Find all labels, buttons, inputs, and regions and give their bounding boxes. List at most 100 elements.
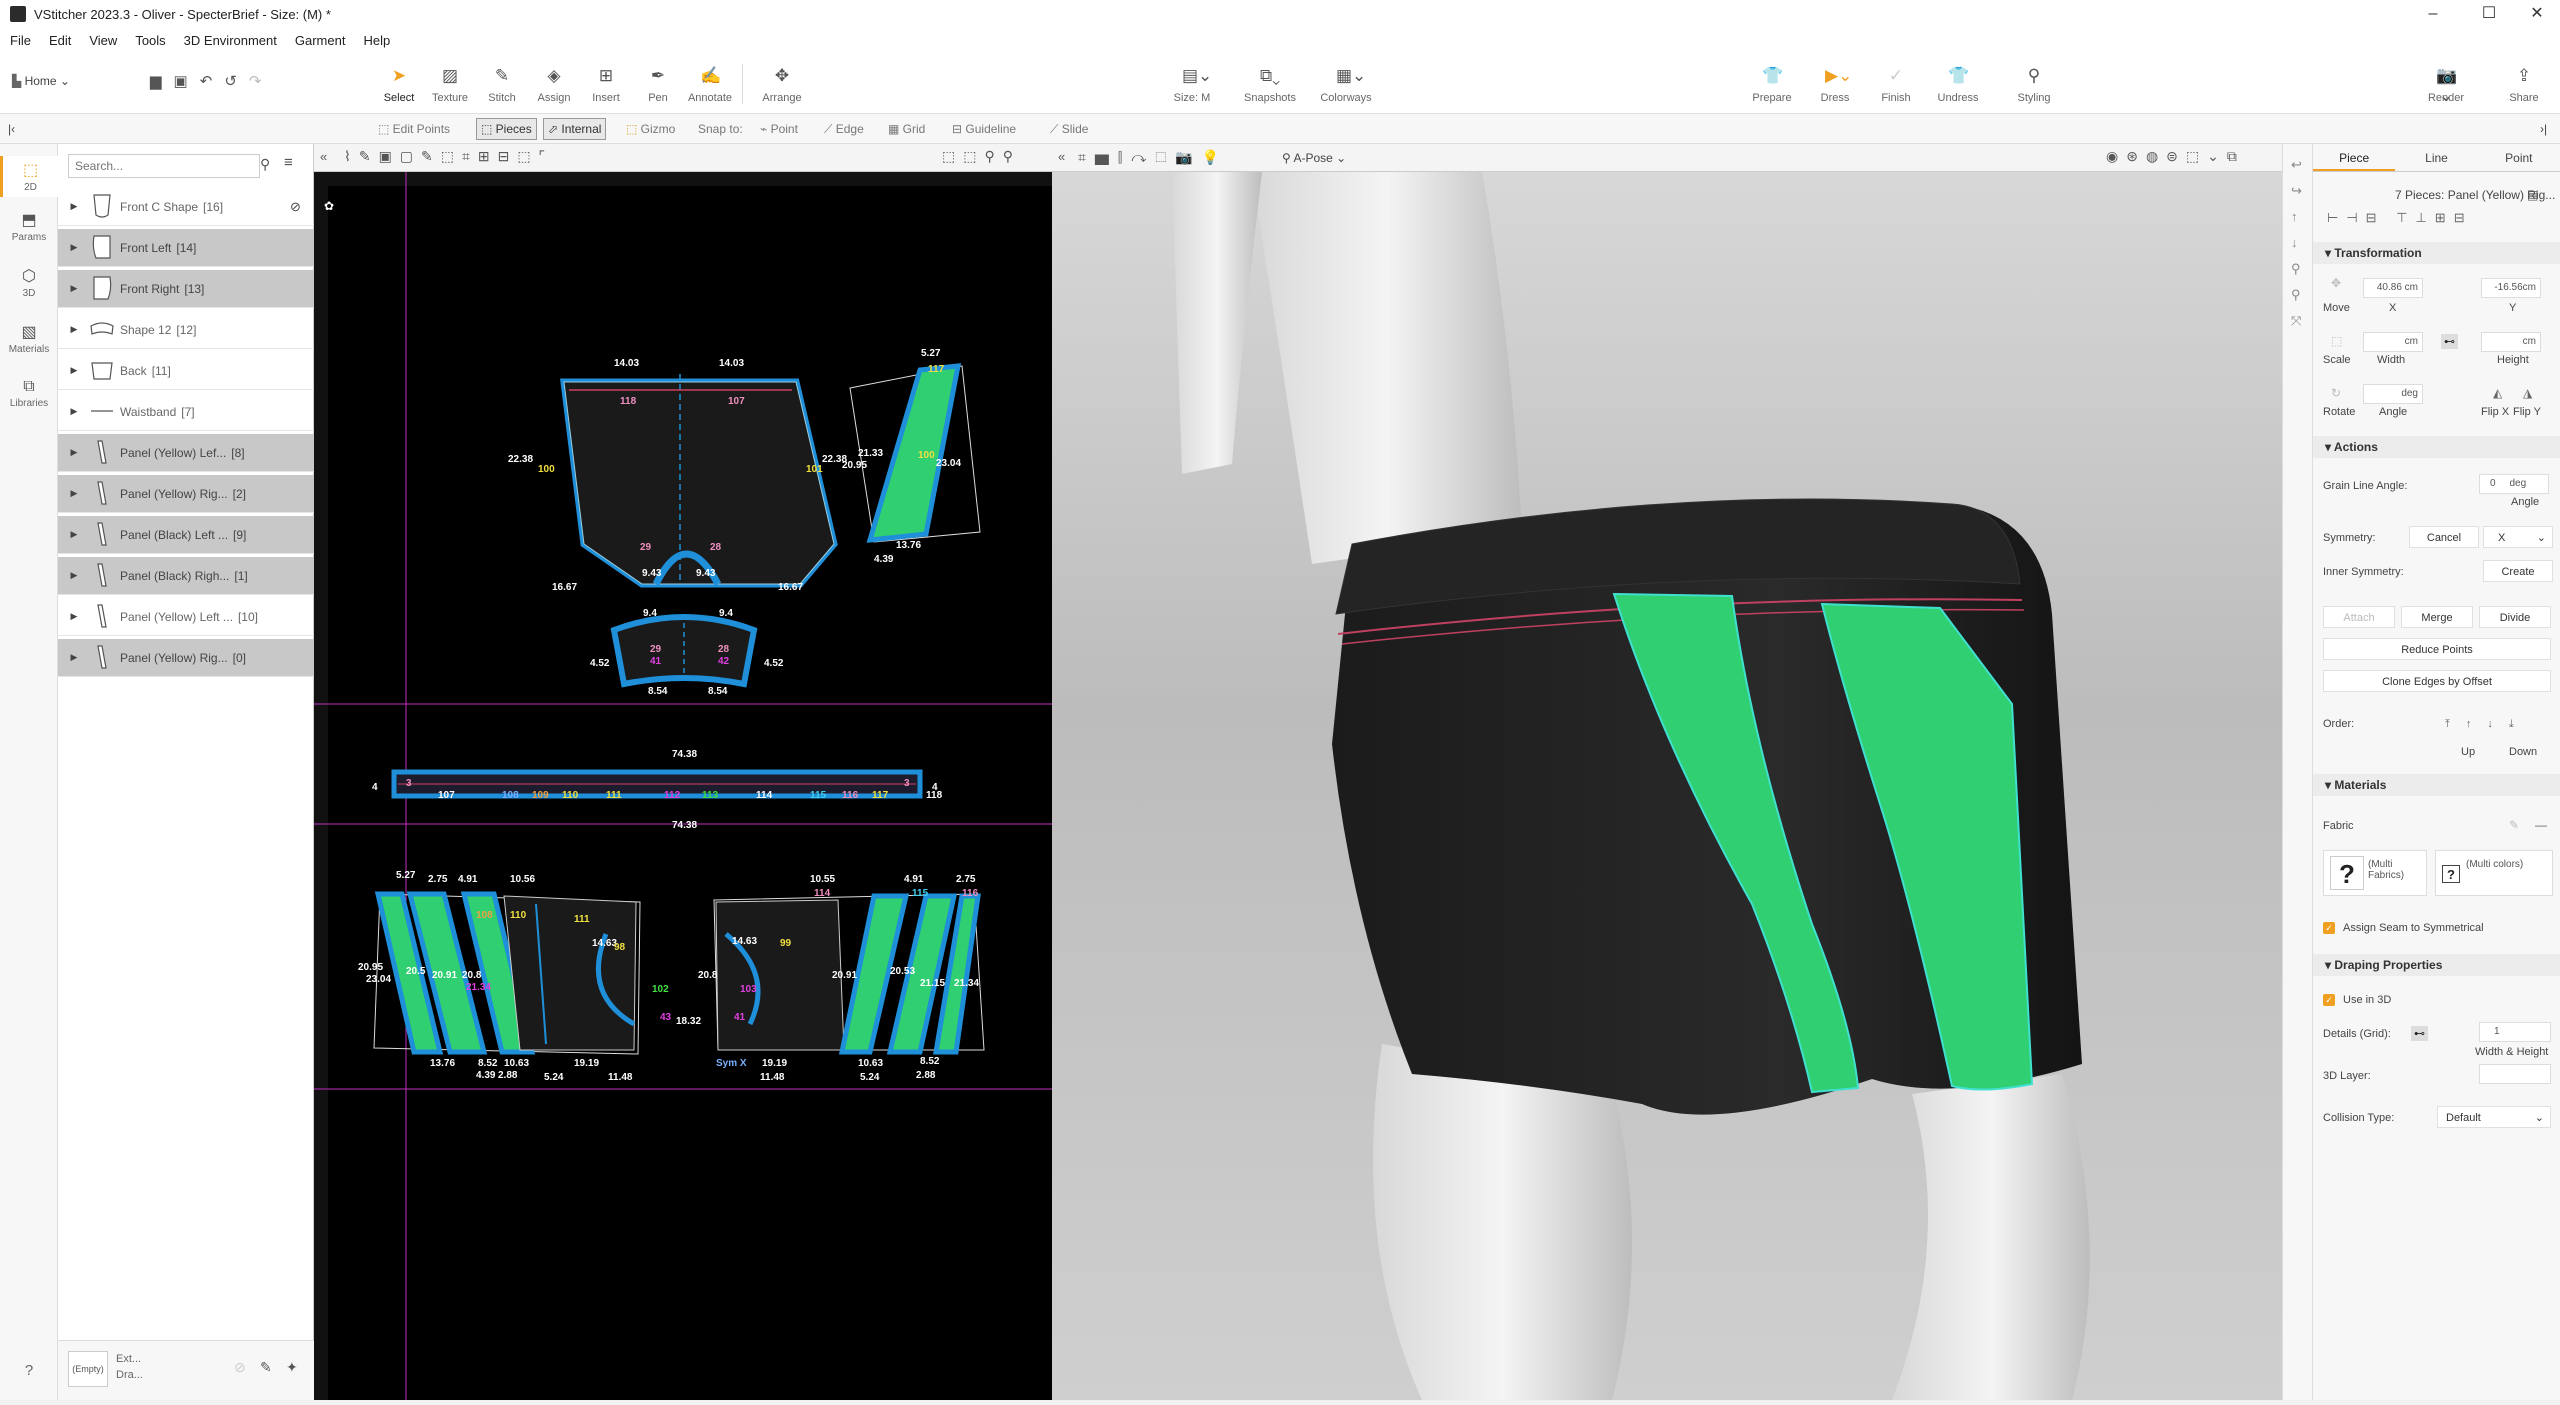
gizmo-toggle[interactable]: ⬚ Gizmo [626,122,675,136]
2d-pattern-window[interactable]: ✿ 14.03 14.03 118 107 22.38 100 101 22.3… [314,144,1052,1400]
attach-button[interactable]: Attach [2323,606,2395,628]
tool-arrange[interactable]: ✥ Arrange [752,66,812,104]
piece-list-item[interactable]: ▶ Back [11] [58,352,314,390]
actions-section[interactable]: ▾ Actions [2313,436,2560,458]
merge-button[interactable]: Merge [2401,606,2473,628]
minimize-button[interactable]: – [2410,0,2456,28]
expand-arrow-icon[interactable]: ▶ [64,570,84,581]
body-icon[interactable]: ✦ [286,1359,298,1376]
link-ratio-icon[interactable]: ⊷ [2411,1026,2428,1041]
symmetry-axis-select[interactable]: X ⌄ [2483,526,2553,548]
edit-icon[interactable]: ✎ [2509,818,2519,832]
menu-edit[interactable]: Edit [39,33,79,48]
pose-dropdown[interactable]: ⚲ A-Pose ⌄ [1282,151,1346,165]
tool-share[interactable]: ⇪ Share [2494,66,2554,104]
rail-libraries[interactable]: ⧉ Libraries [0,378,58,409]
details-input[interactable]: 1 [2479,1022,2551,1042]
menu-3d-environment[interactable]: 3D Environment [174,33,285,48]
transformation-section[interactable]: ▾ Transformation [2313,242,2560,264]
draping-section[interactable]: ▾ Draping Properties [2313,954,2560,976]
tool-insert[interactable]: ⊞ Insert [576,66,636,104]
tool-texture[interactable]: ▨ Texture [420,66,480,104]
tool-size[interactable]: ▤⌄ Size: M [1162,66,1222,104]
3d-viewport[interactable] [1052,144,2282,1400]
view-mode-icons[interactable]: ◉⊛◍⊜⬚⌄⧉ [2106,148,2245,165]
close-button[interactable]: ✕ [2514,0,2560,28]
search-input[interactable] [68,154,260,178]
menu-file[interactable]: File [0,33,39,48]
order-buttons[interactable]: ⤒↑↓⤓ [2445,718,2530,731]
undo-icon[interactable]: ↶ [200,73,225,90]
height-input[interactable]: cm [2481,332,2541,352]
tab-piece[interactable]: Piece [2313,144,2396,171]
expand-arrow-icon[interactable]: ▶ [64,406,84,417]
tab-line[interactable]: Line [2395,144,2477,171]
piece-list-item[interactable]: ▶ Panel (Yellow) Left ... [10] [58,598,314,636]
piece-list-item[interactable]: ▶ Panel (Black) Left ... [9] [58,516,314,554]
slide-toggle[interactable]: ⟋ Slide [1050,122,1088,137]
collapse-left-icon[interactable]: |‹ [8,122,15,136]
expand-arrow-icon[interactable]: ▶ [64,611,84,622]
color-selector[interactable]: ? (Multi colors) [2435,850,2553,896]
collapse-3d-icon[interactable]: « [1058,149,1065,164]
expand-arrow-icon[interactable]: ▶ [64,324,84,335]
expand-arrow-icon[interactable]: ▶ [64,529,84,540]
snap-guideline-toggle[interactable]: ⊟ Guideline [952,122,1016,136]
3d-tool-icons[interactable]: ⌗▆⫿↷⬚📷💡 [1078,149,1228,166]
rail-materials[interactable]: ▧ Materials [0,322,58,355]
width-input[interactable]: cm [2363,332,2423,352]
avatar-render[interactable] [1052,144,2282,1400]
piece-list-item[interactable]: ▶ Front Right [13] [58,270,314,308]
clone-edges-button[interactable]: Clone Edges by Offset [2323,670,2551,692]
reduce-points-button[interactable]: Reduce Points [2323,638,2551,660]
fabric-swatch-empty[interactable]: (Empty) [68,1351,108,1387]
snap-edge-toggle[interactable]: ⟋ Edge [824,122,864,137]
rail-params[interactable]: ⬒ Params [0,210,58,243]
maximize-button[interactable]: ☐ [2466,0,2512,28]
help-icon[interactable]: ? [0,1362,58,1379]
menu-tools[interactable]: Tools [125,33,173,48]
piece-list-item[interactable]: ▶ Shape 12 [12] [58,311,314,349]
search-icon[interactable]: ⚲ [260,156,270,173]
piece-list-item[interactable]: ▶ Panel (Yellow) Lef... [8] [58,434,314,472]
open-folder-icon[interactable]: ▆ [150,73,174,90]
pieces-toggle[interactable]: ⬚ Pieces [476,118,537,140]
piece-list-item[interactable]: ▶ Front Left [14] [58,229,314,267]
piece-list-item[interactable]: ▶ Panel (Yellow) Rig... [0] [58,639,314,677]
expand-arrow-icon[interactable]: ▶ [64,201,84,212]
flip-y-icon[interactable]: ◮ [2523,386,2532,400]
align-icons[interactable]: ⊢⊣⊟ ⊤⊥⊞⊟ [2327,210,2473,226]
edit-points-toggle[interactable]: ⬚ Edit Points [378,122,450,136]
divide-button[interactable]: Divide [2479,606,2551,628]
home-dropdown[interactable]: ▙ Home ⌄ [12,74,70,88]
tool-styling[interactable]: ⚲ Styling [2004,66,2064,104]
menu-view[interactable]: View [79,33,125,48]
remove-icon[interactable]: — [2535,818,2547,832]
tool-assign[interactable]: ◈ Assign [524,66,584,104]
grain-angle-input[interactable]: 0 deg [2479,474,2549,494]
tool-finish[interactable]: ✓ Finish [1866,66,1926,104]
piece-list-item[interactable]: ▶ Panel (Yellow) Rig... [2] [58,475,314,513]
snap-point-toggle[interactable]: ⌁ Point [760,122,798,136]
internal-toggle[interactable]: ⬀ Internal [543,118,607,140]
measure-icon[interactable]: ✎ [260,1359,272,1376]
save-icon[interactable]: ▣ [174,73,200,90]
list-menu-icon[interactable]: ≡ [284,154,293,171]
expand-arrow-icon[interactable]: ▶ [64,242,84,253]
collision-type-select[interactable]: Default ⌄ [2437,1106,2551,1128]
collapse-right-icon[interactable]: ›| [2540,122,2547,136]
x-input[interactable]: 40.86 cm [2363,278,2423,298]
2d-tool-icons[interactable]: ⌇✎▣▢✎⬚⌗⊞⊟⬚⌜ [344,148,553,165]
zoom-icons[interactable]: ⬚⬚⚲⚲ [942,148,1021,165]
hide-piece-icon[interactable]: ⊘ [290,199,301,215]
piece-list-item[interactable]: ▶ Waistband [7] [58,393,314,431]
tool-colorways[interactable]: ▦⌄ Colorways [1316,66,1376,104]
tool-stitch[interactable]: ✎ Stitch [472,66,532,104]
use-in-3d-checkbox[interactable]: ✓ [2323,994,2335,1006]
symmetry-cancel-button[interactable]: Cancel [2409,526,2479,548]
list-icon[interactable]: ▤ [2527,188,2538,202]
tool-annotate[interactable]: ✍ Annotate [680,66,740,104]
rail-2d[interactable]: ⬚ 2D [0,156,58,197]
tool-render[interactable]: 📷⌄ Render [2416,66,2476,105]
flip-x-icon[interactable]: ◭ [2493,386,2502,400]
